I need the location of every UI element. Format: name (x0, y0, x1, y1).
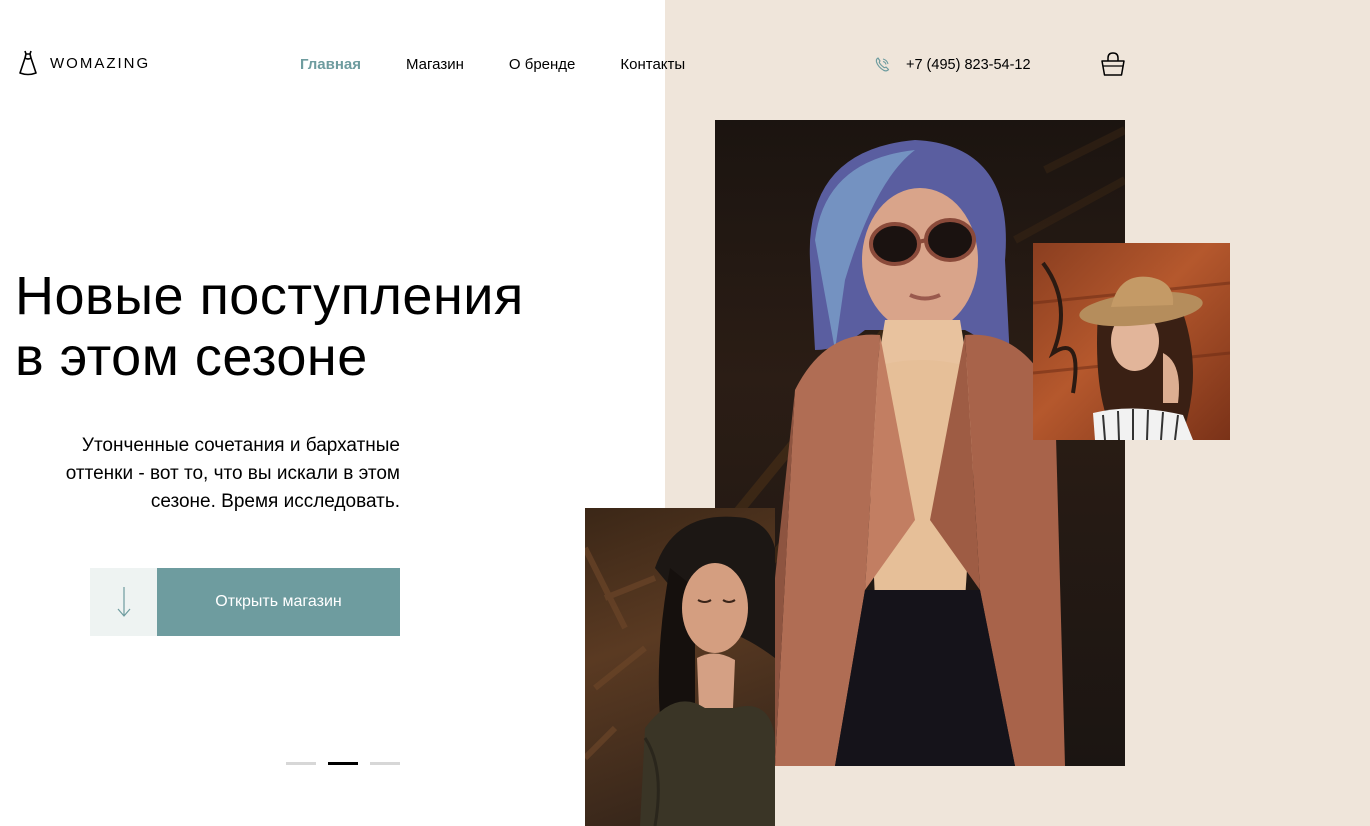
nav-item-contacts[interactable]: Контакты (620, 56, 685, 73)
phone-icon (875, 57, 890, 72)
open-shop-button[interactable]: Открыть магазин (157, 568, 400, 636)
slider-dot-3[interactable] (370, 762, 400, 765)
phone-number: +7 (495) 823-54-12 (906, 56, 1031, 73)
hero-main-photo (715, 120, 1125, 766)
nav-item-shop[interactable]: Магазин (406, 56, 464, 73)
slider-dot-2[interactable] (328, 762, 358, 765)
side-photo-praying-woman-illustration (585, 516, 775, 826)
main-nav: Главная Магазин О бренде Контакты (300, 56, 685, 73)
side-photo-hat-woman-illustration (1033, 261, 1230, 440)
hero-title-line-1: Новые поступления (15, 266, 524, 326)
hero-main-photo-illustration (715, 126, 1125, 766)
hero-title: Новые поступления в этом сезоне (15, 266, 635, 388)
phone-contact[interactable]: +7 (495) 823-54-12 (874, 56, 1031, 73)
slider-pagination (286, 762, 400, 765)
cart-icon[interactable] (1100, 51, 1126, 77)
nav-item-home[interactable]: Главная (300, 56, 361, 73)
side-photo-praying-woman (585, 508, 775, 826)
arrow-down-icon (117, 587, 130, 617)
nav-item-about[interactable]: О бренде (509, 56, 576, 73)
dress-logo-icon (19, 50, 37, 76)
side-photo-hat-woman (1033, 243, 1230, 440)
brand-name: WOMAZING (50, 54, 151, 72)
hero-title-line-2: в этом сезоне (15, 327, 368, 387)
hero-subtitle: Утонченные сочетания и бархатные оттенки… (65, 435, 400, 512)
brand-logo[interactable]: WOMAZING (18, 50, 150, 76)
hero-cta-group: Открыть магазин (90, 568, 400, 636)
slider-dot-1[interactable] (286, 762, 316, 765)
scroll-down-button[interactable] (90, 568, 157, 636)
